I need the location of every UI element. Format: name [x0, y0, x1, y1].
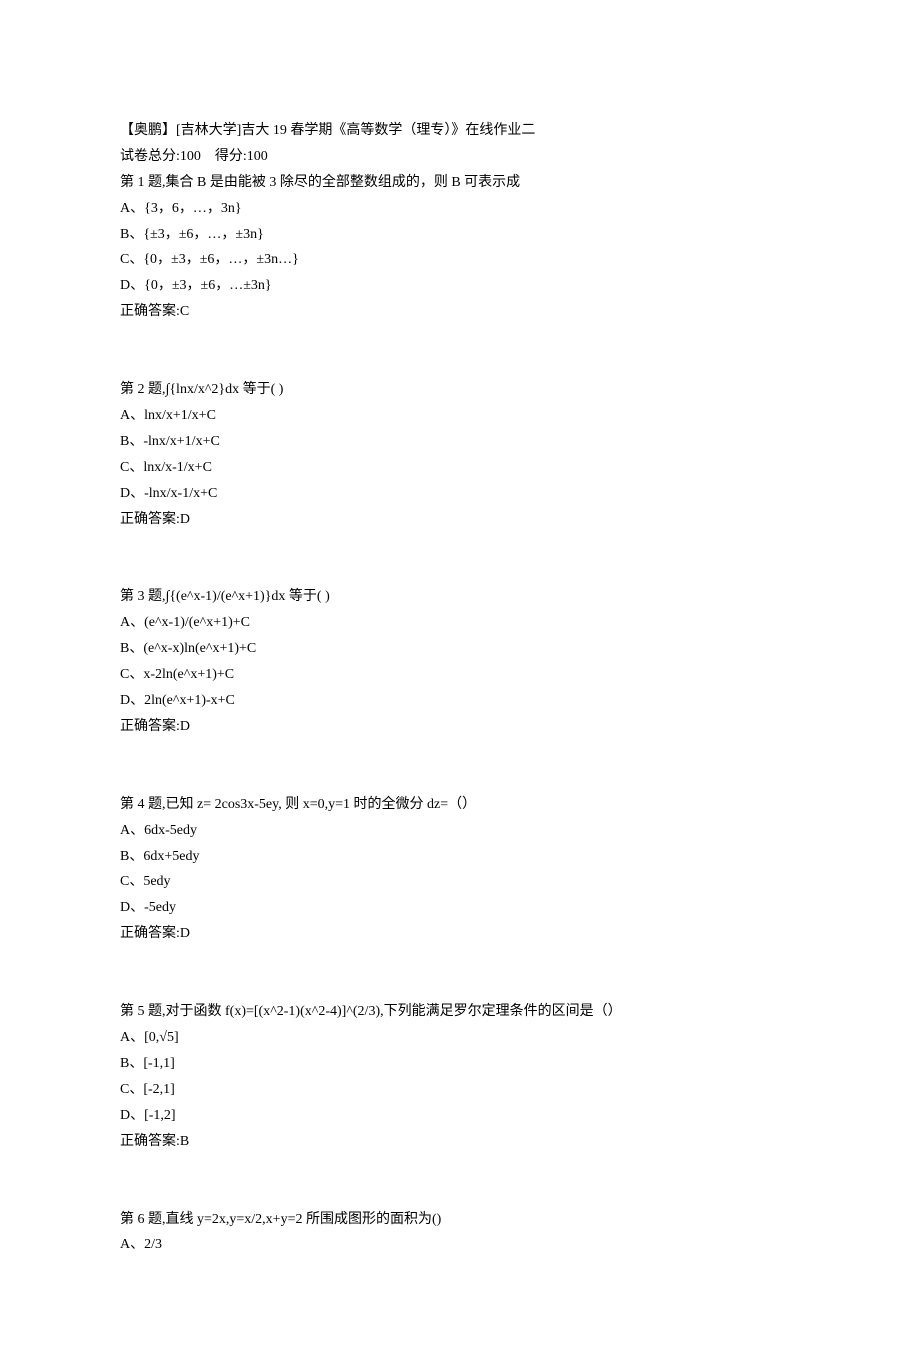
question-option: C、[-2,1] — [120, 1077, 800, 1103]
question-option: D、[-1,2] — [120, 1103, 800, 1129]
question-option: B、6dx+5edy — [120, 844, 800, 870]
question-1: 第 1 题,集合 B 是由能被 3 除尽的全部整数组成的，则 B 可表示成 A、… — [120, 170, 800, 325]
question-prompt: 第 1 题,集合 B 是由能被 3 除尽的全部整数组成的，则 B 可表示成 — [120, 170, 800, 196]
question-option: B、(e^x-x)ln(e^x+1)+C — [120, 636, 800, 662]
question-option: D、-lnx/x-1/x+C — [120, 481, 800, 507]
question-option: A、lnx/x+1/x+C — [120, 403, 800, 429]
question-answer: 正确答案:D — [120, 507, 800, 533]
score-line: 试卷总分:100 得分:100 — [120, 144, 800, 170]
question-option: A、2/3 — [120, 1232, 800, 1258]
question-answer: 正确答案:D — [120, 921, 800, 947]
question-option: A、6dx-5edy — [120, 818, 800, 844]
question-option: B、-lnx/x+1/x+C — [120, 429, 800, 455]
question-option: D、2ln(e^x+1)-x+C — [120, 688, 800, 714]
question-option: D、{0，±3，±6，…±3n} — [120, 273, 800, 299]
question-option: C、lnx/x-1/x+C — [120, 455, 800, 481]
question-option: C、5edy — [120, 869, 800, 895]
question-answer: 正确答案:C — [120, 299, 800, 325]
question-option: A、(e^x-1)/(e^x+1)+C — [120, 610, 800, 636]
question-option: B、{±3，±6，…，±3n} — [120, 222, 800, 248]
question-answer: 正确答案:B — [120, 1129, 800, 1155]
question-prompt: 第 2 题,∫{lnx/x^2}dx 等于( ) — [120, 377, 800, 403]
question-prompt: 第 6 题,直线 y=2x,y=x/2,x+y=2 所围成图形的面积为() — [120, 1207, 800, 1233]
question-3: 第 3 题,∫{(e^x-1)/(e^x+1)}dx 等于( ) A、(e^x-… — [120, 584, 800, 739]
question-5: 第 5 题,对于函数 f(x)=[(x^2-1)(x^2-4)]^(2/3),下… — [120, 999, 800, 1154]
question-2: 第 2 题,∫{lnx/x^2}dx 等于( ) A、lnx/x+1/x+C B… — [120, 377, 800, 532]
question-option: B、[-1,1] — [120, 1051, 800, 1077]
document-title: 【奥鹏】[吉林大学]吉大 19 春学期《高等数学（理专）》在线作业二 — [120, 118, 800, 144]
question-option: A、{3，6，…，3n} — [120, 196, 800, 222]
document-header: 【奥鹏】[吉林大学]吉大 19 春学期《高等数学（理专）》在线作业二 试卷总分:… — [120, 118, 800, 170]
question-option: D、-5edy — [120, 895, 800, 921]
question-answer: 正确答案:D — [120, 714, 800, 740]
question-option: A、[0,√5] — [120, 1025, 800, 1051]
question-prompt: 第 5 题,对于函数 f(x)=[(x^2-1)(x^2-4)]^(2/3),下… — [120, 999, 800, 1025]
question-option: C、x-2ln(e^x+1)+C — [120, 662, 800, 688]
question-6: 第 6 题,直线 y=2x,y=x/2,x+y=2 所围成图形的面积为() A、… — [120, 1207, 800, 1259]
question-prompt: 第 3 题,∫{(e^x-1)/(e^x+1)}dx 等于( ) — [120, 584, 800, 610]
question-prompt: 第 4 题,已知 z= 2cos3x-5ey, 则 x=0,y=1 时的全微分 … — [120, 792, 800, 818]
question-4: 第 4 题,已知 z= 2cos3x-5ey, 则 x=0,y=1 时的全微分 … — [120, 792, 800, 947]
question-option: C、{0，±3，±6，…，±3n…} — [120, 247, 800, 273]
